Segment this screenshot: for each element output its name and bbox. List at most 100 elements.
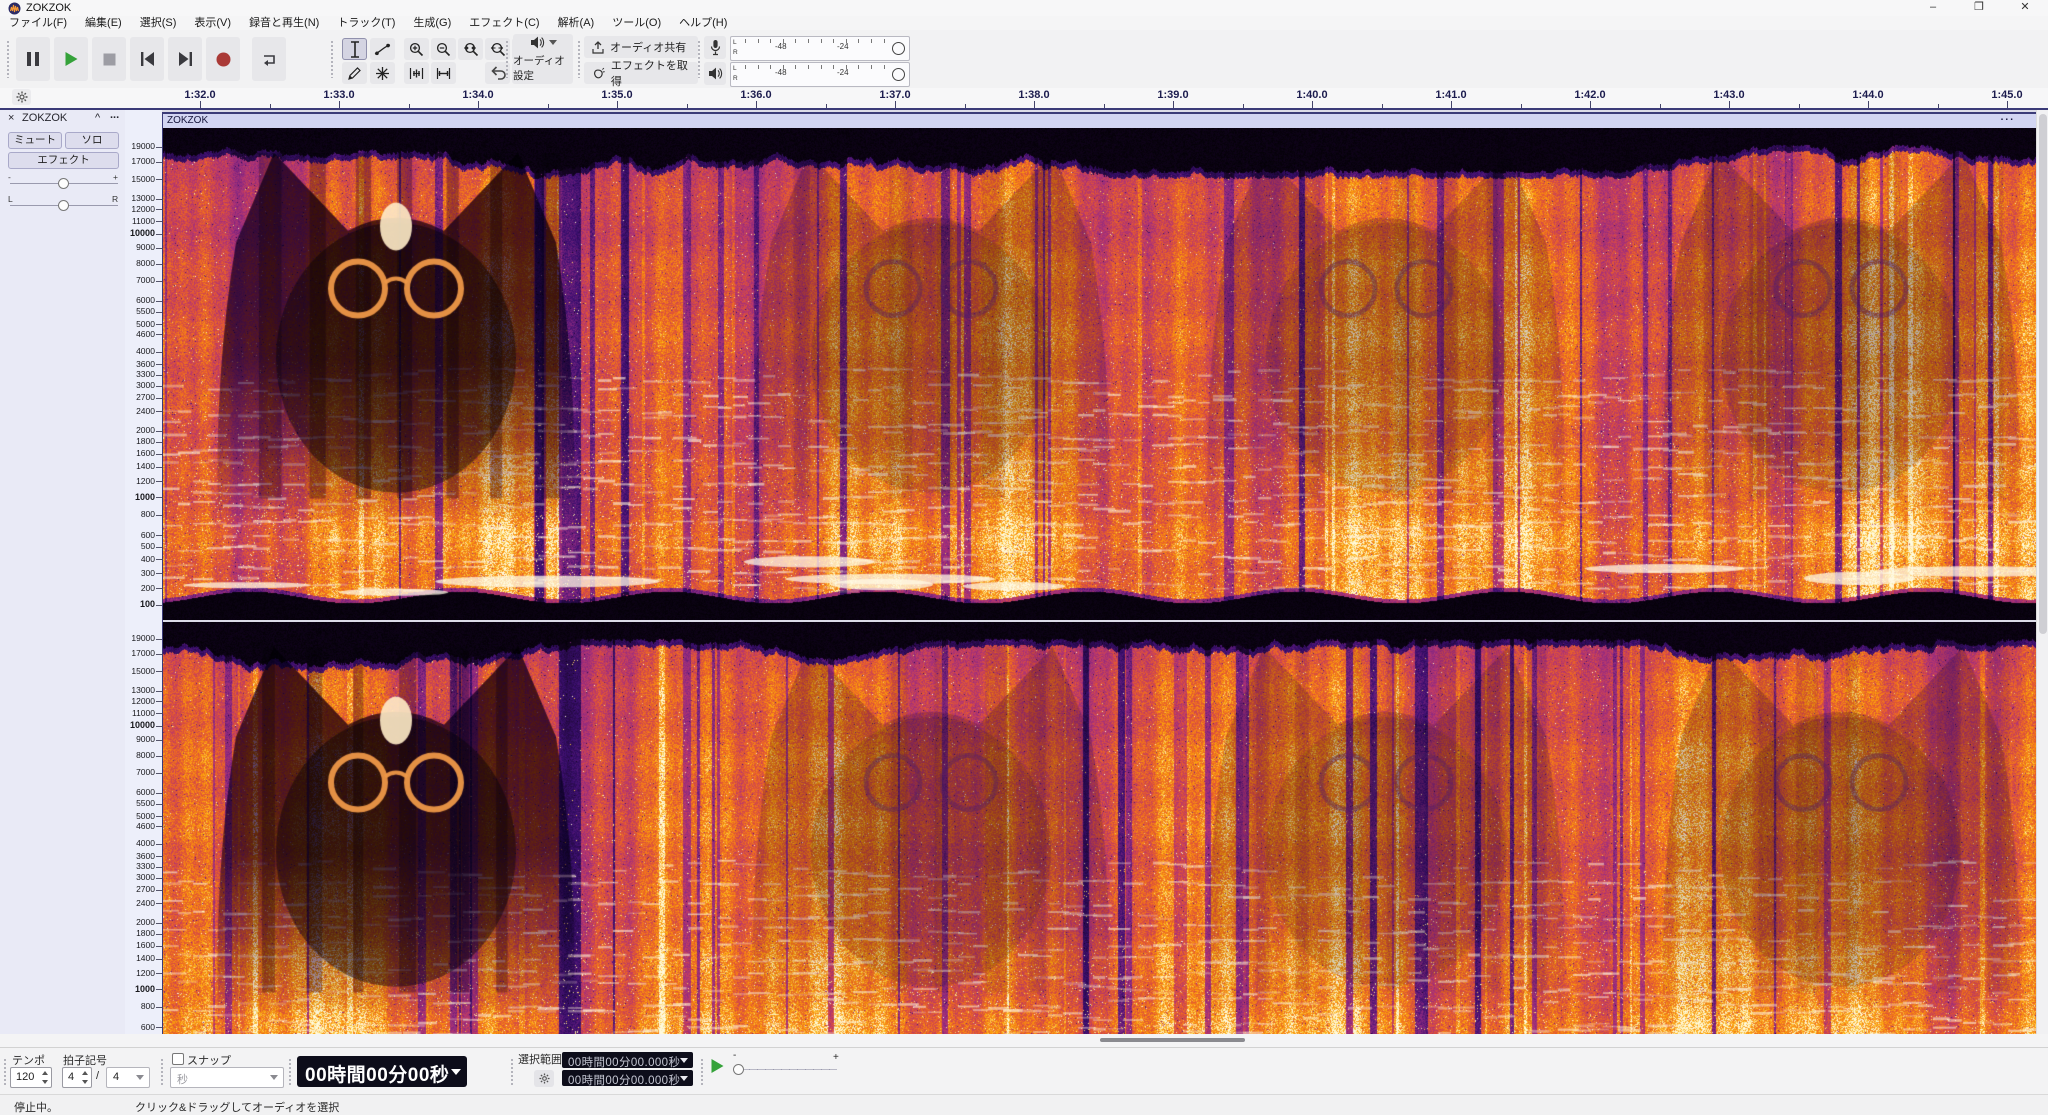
frequency-label: 2700 — [136, 885, 155, 894]
gain-slider-thumb[interactable] — [58, 178, 69, 189]
recording-meter[interactable]: LR-48-24 — [730, 36, 910, 61]
vertical-scrollbar-thumb[interactable] — [2039, 114, 2047, 634]
snap-unit-select[interactable]: 秒 — [170, 1067, 284, 1088]
play-speed-slider-thumb[interactable] — [733, 1064, 744, 1075]
recording-meter-button[interactable] — [704, 36, 726, 59]
frequency-ruler[interactable]: 1900017000150001300012000110001000090008… — [125, 110, 162, 1034]
frequency-label: 11000 — [132, 217, 155, 226]
toolbar-grip[interactable] — [288, 1058, 293, 1086]
time-signature-lower: 4 — [113, 1071, 119, 1083]
play-at-speed-button[interactable] — [710, 1058, 725, 1074]
menu-item-4[interactable]: 録音と再生(N) — [240, 16, 328, 30]
audio-setup-button[interactable]: オーディオ設定 — [513, 34, 573, 84]
menu-item-2[interactable]: 選択(S) — [131, 16, 186, 30]
selection-end-field[interactable]: 00時間00分00.000秒 — [562, 1070, 693, 1086]
horizontal-scrollbar-thumb[interactable] — [1100, 1038, 1245, 1042]
meter-right-label: R — [733, 49, 738, 56]
play-button[interactable] — [54, 37, 88, 81]
frequency-label: 600 — [141, 531, 155, 540]
status-state: 停止中。 — [14, 1099, 58, 1115]
menu-item-3[interactable]: 表示(V) — [185, 16, 240, 30]
frequency-label: 13000 — [131, 686, 155, 695]
toolbar-grip[interactable] — [330, 40, 335, 78]
envelope-tool-button[interactable] — [370, 38, 395, 60]
selection-tool-button[interactable] — [342, 38, 367, 60]
stop-button[interactable] — [92, 37, 126, 81]
frequency-label: 17000 — [131, 649, 155, 658]
zoom-selection-button[interactable] — [458, 38, 483, 60]
record-button[interactable] — [206, 37, 240, 81]
menu-item-8[interactable]: 解析(A) — [549, 16, 604, 30]
gear-icon — [539, 1073, 550, 1084]
tempo-spinner[interactable] — [39, 1069, 50, 1085]
track-close-icon[interactable]: × — [8, 112, 14, 124]
playback-meter[interactable]: LR-48-24 — [730, 62, 910, 87]
close-button[interactable]: ✕ — [2002, 0, 2048, 16]
menu-item-5[interactable]: トラック(T) — [328, 16, 404, 30]
spectrogram-channel-right[interactable] — [163, 622, 2037, 1036]
track-menu-icon[interactable]: ... — [110, 109, 119, 121]
track-collapse-icon[interactable]: ^ — [95, 112, 100, 124]
silence-audio-button[interactable] — [431, 62, 456, 84]
track-title[interactable]: ZOKZOK — [22, 112, 67, 124]
menu-item-7[interactable]: エフェクト(C) — [460, 16, 548, 30]
pause-button[interactable] — [16, 37, 50, 81]
vertical-scrollbar[interactable] — [2036, 110, 2048, 1034]
toolbar-grip[interactable] — [160, 1058, 165, 1086]
menu-item-6[interactable]: 生成(G) — [404, 16, 460, 30]
loop-button[interactable] — [252, 37, 286, 81]
effects-button[interactable]: エフェクト — [8, 152, 119, 169]
zoom-out-button[interactable] — [431, 38, 456, 60]
pan-slider-thumb[interactable] — [58, 200, 69, 211]
toolbar-grip[interactable] — [577, 40, 582, 78]
pause-icon — [26, 51, 40, 67]
tempo-input[interactable]: 120 — [10, 1067, 52, 1088]
skip-end-button[interactable] — [168, 37, 202, 81]
frequency-label: 3000 — [136, 381, 155, 390]
draw-tool-button[interactable] — [342, 62, 367, 84]
zoom-in-button[interactable] — [404, 38, 429, 60]
clip-header[interactable]: ZOKZOK ... — [163, 114, 2037, 129]
selection-options-button[interactable] — [534, 1070, 554, 1087]
toolbar-grip[interactable] — [700, 1058, 705, 1086]
get-effects-button[interactable]: エフェクトを取得 — [584, 62, 698, 84]
mute-button[interactable]: ミュート — [8, 132, 62, 149]
minimize-button[interactable]: – — [1910, 0, 1956, 16]
timeline-options-button[interactable] — [12, 89, 31, 105]
menu-item-1[interactable]: 編集(E) — [76, 16, 131, 30]
menu-item-9[interactable]: ツール(O) — [603, 16, 670, 30]
playback-meter-button[interactable] — [704, 62, 726, 85]
time-signature-upper-input[interactable]: 4 — [62, 1067, 92, 1088]
clip-menu-icon[interactable]: ... — [2001, 112, 2015, 123]
chevron-down-icon[interactable] — [451, 1069, 461, 1075]
toolbar-grip[interactable] — [3, 1058, 8, 1086]
track-control-panel[interactable]: × ZOKZOK ^ ... ミュート ソロ エフェクト - + L R — [0, 110, 126, 1034]
trim-audio-button[interactable] — [404, 62, 429, 84]
horizontal-scrollbar[interactable] — [0, 1034, 2048, 1047]
frequency-label: 11000 — [132, 709, 155, 718]
frequency-label: 1400 — [136, 462, 155, 471]
audio-clip[interactable]: ZOKZOK ... — [162, 112, 2038, 1036]
microphone-icon — [710, 39, 721, 56]
solo-button[interactable]: ソロ — [65, 132, 119, 149]
timeline-ruler[interactable]: 1:32.01:33.01:34.01:35.01:36.01:37.01:38… — [0, 88, 2048, 110]
time-signature-spinner[interactable] — [79, 1069, 90, 1085]
multi-tool-tool-button[interactable] — [370, 62, 395, 84]
share-audio-button[interactable]: オーディオ共有 — [584, 36, 698, 58]
meter-clip-indicator-icon — [892, 68, 905, 81]
toolbar-grip[interactable] — [505, 40, 510, 78]
time-signature-lower-select[interactable]: 4 — [106, 1067, 150, 1088]
toolbar-grip[interactable] — [6, 40, 11, 78]
toolbar-grip[interactable] — [510, 1058, 515, 1086]
snap-checkbox[interactable] — [172, 1053, 184, 1065]
maximize-button[interactable]: ❐ — [1956, 0, 2002, 16]
menu-item-0[interactable]: ファイル(F) — [0, 16, 76, 30]
spectrogram-channel-left[interactable] — [163, 128, 2037, 620]
share-audio-label: オーディオ共有 — [610, 39, 686, 55]
play-speed-slider[interactable] — [733, 1069, 837, 1070]
toolbar-grip[interactable] — [697, 40, 702, 78]
selection-start-field[interactable]: 00時間00分00.000秒 — [562, 1052, 693, 1068]
menu-item-10[interactable]: ヘルプ(H) — [670, 16, 736, 30]
audio-position-display[interactable]: 00時間00分00秒 — [297, 1056, 467, 1087]
skip-start-button[interactable] — [130, 37, 164, 81]
